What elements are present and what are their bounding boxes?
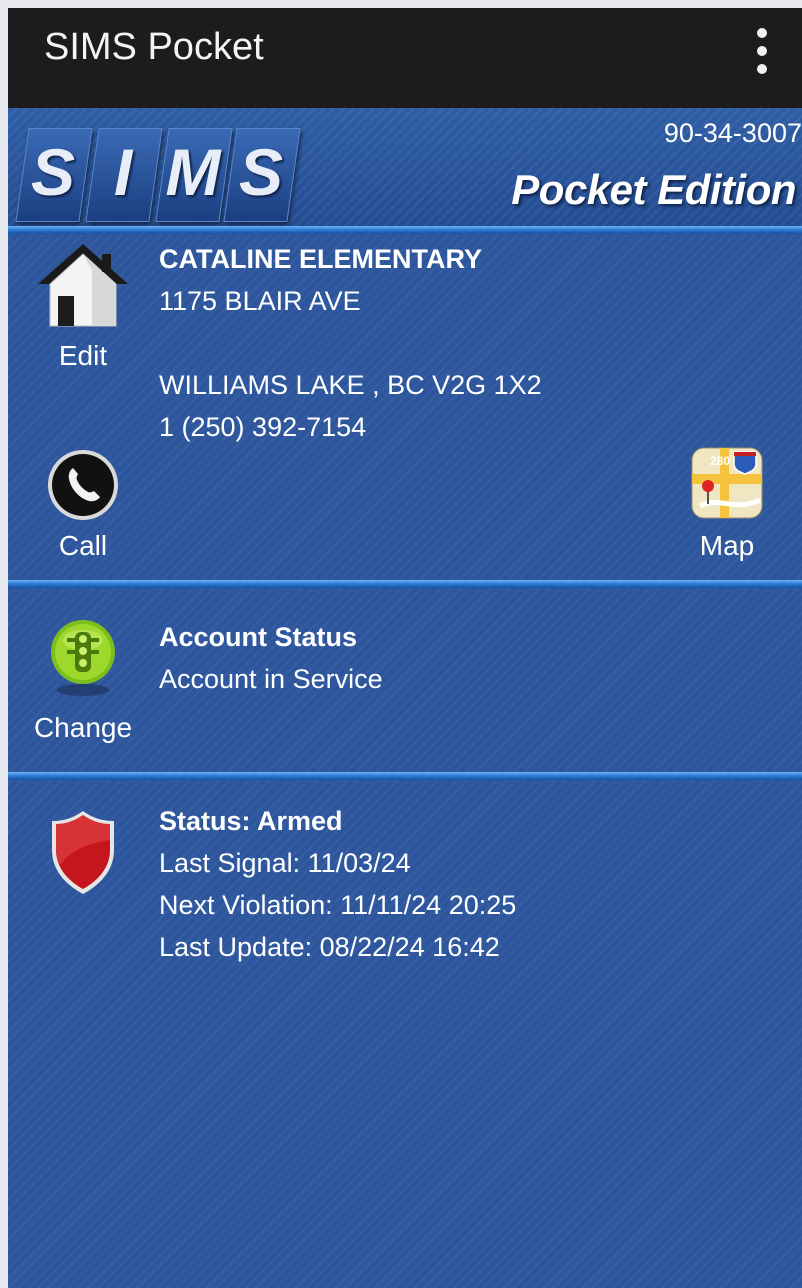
- last-update: Last Update: 08/22/24 16:42: [159, 932, 500, 962]
- logo-letter: I: [113, 135, 133, 209]
- call-label[interactable]: Call: [48, 530, 118, 562]
- overflow-menu-icon[interactable]: [752, 28, 772, 74]
- map-badge: 280: [710, 454, 731, 468]
- account-status-heading: Account Status: [159, 622, 358, 652]
- account-number: 90-34-3007: [663, 118, 802, 148]
- house-icon[interactable]: [36, 240, 130, 330]
- traffic-light-icon[interactable]: [48, 618, 118, 698]
- section-divider: [8, 226, 802, 234]
- phone-icon[interactable]: [46, 448, 120, 522]
- sims-logo: S I M S: [14, 128, 301, 222]
- alarm-status: Status: Armed: [159, 806, 343, 836]
- edition-title: Pocket Edition: [511, 166, 796, 213]
- action-bar: SIMS Pocket: [8, 8, 802, 108]
- section-divider: [8, 580, 802, 588]
- site-address: 1175 BLAIR AVE: [159, 286, 361, 316]
- next-violation: Next Violation: 11/11/24 20:25: [159, 890, 517, 920]
- section-divider: [8, 772, 802, 780]
- logo-letter: S: [238, 135, 284, 209]
- content-area: S I M S 90-34-3007 Pocket Edition Edit C…: [8, 108, 802, 1288]
- map-label[interactable]: Map: [684, 530, 770, 562]
- logo-letter: M: [165, 135, 221, 209]
- change-label[interactable]: Change: [24, 712, 142, 744]
- last-signal: Last Signal: 11/03/24: [159, 848, 411, 878]
- app-title: SIMS Pocket: [44, 26, 264, 68]
- shield-icon: [52, 811, 114, 894]
- account-status-value: Account in Service: [159, 664, 383, 694]
- edit-label[interactable]: Edit: [48, 340, 118, 372]
- app-window: SIMS Pocket S I M S 90-34-3007 Pocket Ed…: [8, 8, 802, 1288]
- site-city: WILLIAMS LAKE , BC V2G 1X2: [159, 370, 542, 400]
- site-name: CATALINE ELEMENTARY: [159, 244, 482, 274]
- sims-banner: S I M S 90-34-3007 Pocket Edition: [8, 108, 802, 226]
- logo-letter: S: [30, 135, 76, 209]
- site-phone: 1 (250) 392-7154: [159, 412, 367, 442]
